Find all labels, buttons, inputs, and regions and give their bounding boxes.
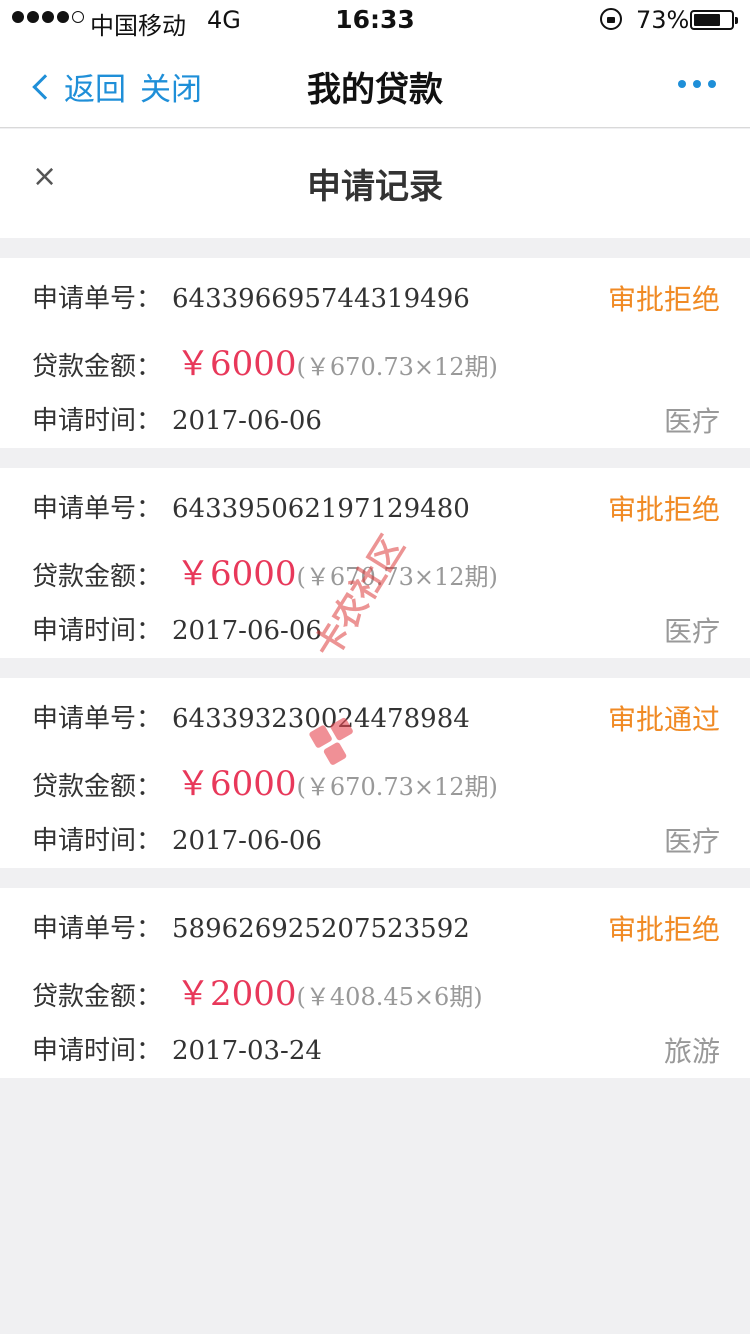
order-row: 申请单号： 589626925207523592 审批拒绝: [32, 908, 720, 946]
close-button[interactable]: 关闭: [140, 64, 202, 109]
time-row: 申请时间： 2017-06-06 医疗: [32, 610, 720, 648]
loan-purpose: 医疗: [663, 405, 720, 438]
back-label: 返回: [64, 72, 126, 108]
installment-plan: (￥408.45×6期): [296, 983, 483, 1011]
back-button[interactable]: 返回: [28, 64, 126, 109]
status-badge: 审批拒绝: [607, 913, 720, 946]
order-no-value: 643396695744319496: [172, 284, 470, 314]
order-row: 申请单号： 643395062197129480 审批拒绝: [32, 488, 720, 526]
battery-level: [694, 14, 721, 26]
time-row: 申请时间： 2017-06-06 医疗: [32, 400, 720, 438]
loan-amount: ￥2000: [176, 974, 297, 1014]
apply-date: 2017-06-06: [172, 616, 322, 646]
amount-label: 贷款金额：: [32, 982, 163, 1012]
record-card[interactable]: 申请单号： 643396695744319496 审批拒绝 贷款金额： ￥6000(…: [0, 258, 750, 448]
status-badge: 审批拒绝: [607, 283, 720, 316]
amount-row: 贷款金额： ￥6000(￥670.73×12期): [32, 756, 720, 805]
status-bar: 中国移动 4G 16:33 73%: [0, 0, 750, 40]
amount-label: 贷款金额：: [32, 562, 163, 592]
order-no-value: 643395062197129480: [172, 494, 470, 524]
loan-amount: ￥6000: [176, 554, 297, 594]
installment-plan: (￥670.73×12期): [296, 563, 498, 591]
carrier-name: 中国移动: [90, 12, 186, 40]
amount-row: 贷款金额： ￥2000(￥408.45×6期): [32, 966, 720, 1015]
nav-bar: 返回 关闭 我的贷款: [0, 40, 750, 128]
time-row: 申请时间： 2017-06-06 医疗: [32, 820, 720, 858]
time-label: 申请时间：: [32, 616, 163, 646]
record-card[interactable]: 申请单号： 643393230024478984 审批通过 贷款金额： ￥6000(…: [0, 678, 750, 868]
close-icon[interactable]: ×: [32, 159, 57, 194]
time-row: 申请时间： 2017-03-24 旅游: [32, 1030, 720, 1068]
time-label: 申请时间：: [32, 406, 163, 436]
time-label: 申请时间：: [32, 826, 163, 856]
status-badge: 审批拒绝: [607, 493, 720, 526]
installment-plan: (￥670.73×12期): [296, 773, 498, 801]
loan-purpose: 医疗: [663, 615, 720, 648]
order-no-label: 申请单号：: [32, 704, 163, 734]
battery-percent: 73%: [636, 6, 690, 34]
order-no-label: 申请单号：: [32, 494, 163, 524]
rotation-lock-icon: [600, 8, 622, 30]
record-card[interactable]: 申请单号： 589626925207523592 审批拒绝 贷款金额： ￥2000(…: [0, 888, 750, 1078]
loan-amount: ￥6000: [176, 764, 297, 804]
more-options-button[interactable]: [678, 80, 716, 88]
loan-purpose: 医疗: [663, 825, 720, 858]
loan-amount: ￥6000: [176, 344, 297, 384]
network-type: 4G: [207, 6, 241, 34]
order-no-label: 申请单号：: [32, 914, 163, 944]
apply-date: 2017-06-06: [172, 826, 322, 856]
order-no-value: 589626925207523592: [172, 914, 470, 944]
battery-icon: [690, 10, 738, 30]
order-row: 申请单号： 643393230024478984 审批通过: [32, 698, 720, 736]
amount-label: 贷款金额：: [32, 772, 163, 802]
more-dots-icon: [678, 80, 686, 88]
amount-row: 贷款金额： ￥6000(￥670.73×12期): [32, 336, 720, 385]
record-card[interactable]: 申请单号： 643395062197129480 审批拒绝 贷款金额： ￥6000(…: [0, 468, 750, 658]
order-row: 申请单号： 643396695744319496 审批拒绝: [32, 278, 720, 316]
sheet-header: × 申请记录: [0, 129, 750, 238]
order-no-label: 申请单号：: [32, 284, 163, 314]
status-badge: 审批通过: [607, 703, 720, 736]
sheet-title: 申请记录: [307, 167, 443, 207]
signal-strength-icon: [12, 11, 84, 23]
chevron-left-icon: [32, 73, 58, 100]
order-no-value: 643393230024478984: [172, 704, 470, 734]
apply-date: 2017-06-06: [172, 406, 322, 436]
amount-row: 贷款金额： ￥6000(￥670.73×12期): [32, 546, 720, 595]
amount-label: 贷款金额：: [32, 352, 163, 382]
loan-purpose: 旅游: [663, 1035, 720, 1068]
apply-date: 2017-03-24: [172, 1036, 322, 1066]
installment-plan: (￥670.73×12期): [296, 353, 498, 381]
time-label: 申请时间：: [32, 1036, 163, 1066]
